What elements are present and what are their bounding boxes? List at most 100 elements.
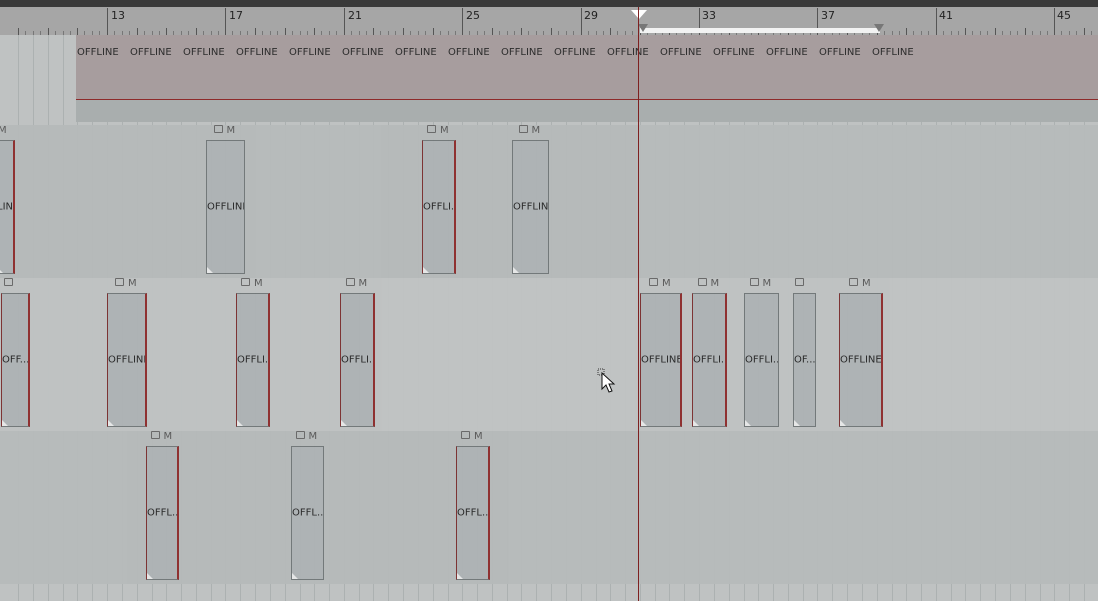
mute-icon[interactable]: M [662, 278, 671, 289]
track-lane-1[interactable]: M LINE M OFFLINE M OFFLI... M OFFLINE [0, 125, 1098, 278]
clip-fade-handle[interactable] [513, 267, 519, 273]
lock-icon[interactable] [795, 278, 804, 286]
clip-header-icons[interactable]: M [697, 278, 720, 289]
clip-header-icons[interactable]: M [345, 278, 368, 289]
mute-icon[interactable]: M [440, 125, 449, 136]
clip-label: OFFLINE [840, 354, 881, 366]
clip-fade-handle[interactable] [693, 420, 699, 426]
audio-clip[interactable]: OFFLI... [744, 293, 779, 427]
track-lane-3[interactable]: M OFFL... M OFFL... M OFFL... [0, 431, 1098, 584]
audio-clip[interactable]: OFFLI... [692, 293, 727, 427]
lock-icon[interactable] [115, 278, 124, 286]
audio-clip[interactable]: OFFLI... [422, 140, 456, 274]
offline-track[interactable]: OFFLINE OFFLINE OFFLINE OFFLINE OFFLINE OFFLI… [0, 35, 1098, 125]
playhead-marker-icon[interactable] [631, 10, 647, 19]
mute-icon[interactable]: M [532, 125, 541, 136]
audio-clip[interactable]: OFFLINE [839, 293, 883, 427]
audio-clip[interactable]: OFFLINE [107, 293, 147, 427]
mute-icon[interactable]: M [227, 125, 236, 136]
clip-fade-handle[interactable] [292, 573, 298, 579]
audio-clip[interactable]: OFFLINE [206, 140, 245, 274]
loop-region-bar[interactable] [640, 28, 880, 33]
timeline-ruler[interactable]: 13 17 21 25 29 33 37 41 45 [0, 0, 1098, 35]
lock-icon[interactable] [241, 278, 250, 286]
clip-fade-handle[interactable] [641, 420, 647, 426]
mute-icon[interactable]: M [309, 431, 318, 442]
clip-header-icons[interactable]: M [295, 431, 318, 442]
loop-start-marker[interactable] [638, 24, 648, 32]
offline-region[interactable] [76, 35, 1098, 99]
clip-fade-handle[interactable] [147, 573, 153, 579]
clip-header-icons[interactable] [3, 278, 17, 289]
lock-icon[interactable] [3, 278, 13, 286]
audio-clip[interactable]: OFFLINE [512, 140, 549, 274]
lock-icon[interactable] [649, 278, 658, 286]
mute-icon[interactable]: M [0, 125, 7, 136]
audio-clip[interactable]: OFFL... [456, 446, 490, 580]
audio-clip[interactable]: OFFL... [291, 446, 324, 580]
clip-header-icons[interactable]: M [461, 431, 483, 442]
clip-header-icons[interactable]: M [849, 278, 871, 289]
audio-clip[interactable]: OFFL... [146, 446, 179, 580]
clip-fade-handle[interactable] [207, 267, 213, 273]
clip-fade-handle[interactable] [794, 420, 800, 426]
clip-header-icons[interactable]: M [749, 278, 772, 289]
clip-header-icons[interactable]: M [649, 278, 671, 289]
lock-icon[interactable] [518, 125, 528, 133]
clip-fade-handle[interactable] [457, 573, 463, 579]
offline-label: OFFLINE [554, 47, 596, 58]
clip-fade-handle[interactable] [237, 420, 243, 426]
clip-header-icons[interactable] [795, 278, 808, 289]
offline-label: OFFLINE [819, 47, 861, 58]
mute-icon[interactable]: M [763, 278, 772, 289]
lock-icon[interactable] [749, 278, 759, 286]
audio-clip[interactable]: OFFLI... [340, 293, 375, 427]
lock-icon[interactable] [427, 125, 436, 133]
playhead-line[interactable] [638, 7, 639, 601]
arrangement-view[interactable]: OFFLINE OFFLINE OFFLINE OFFLINE OFFLINE OFFLI… [0, 35, 1098, 601]
lock-icon[interactable] [295, 431, 305, 439]
mute-icon[interactable]: M [711, 278, 720, 289]
mute-icon[interactable]: M [862, 278, 871, 289]
clip-header-icons[interactable]: M [518, 125, 541, 136]
audio-clip[interactable]: OFFLI... [236, 293, 270, 427]
ruler-beat-tick [166, 28, 167, 35]
loop-end-marker[interactable] [874, 24, 884, 32]
offline-label: OFFLINE [501, 47, 543, 58]
clip-fade-handle[interactable] [108, 420, 114, 426]
track-lane-2[interactable]: OFF... M OFFLINE M OFFLI... M OFFLI... M OFFLINE… [0, 278, 1098, 431]
lock-icon[interactable] [213, 125, 223, 133]
mute-icon[interactable]: M [359, 278, 368, 289]
clip-header-icons[interactable]: M [115, 278, 137, 289]
audio-clip[interactable]: OFF... [1, 293, 30, 427]
audio-clip[interactable]: OF... [793, 293, 816, 427]
ruler-beat-tick [48, 28, 49, 35]
mute-icon[interactable]: M [128, 278, 137, 289]
clip-fade-handle[interactable] [840, 420, 846, 426]
clip-fade-handle[interactable] [0, 267, 3, 273]
clip-header-icons[interactable]: M [427, 125, 449, 136]
ruler-bar-number: 41 [939, 9, 953, 22]
clip-fade-handle[interactable] [745, 420, 751, 426]
clip-fade-handle[interactable] [2, 420, 8, 426]
audio-clip[interactable]: LINE [0, 140, 15, 274]
lock-icon[interactable] [345, 278, 355, 286]
clip-header-icons[interactable]: M [213, 125, 236, 136]
clip-header-icons[interactable]: M [150, 431, 173, 442]
lock-icon[interactable] [849, 278, 858, 286]
ruler-bar-number: 29 [584, 9, 598, 22]
ruler-beat-tick [137, 28, 138, 35]
mute-icon[interactable]: M [254, 278, 263, 289]
audio-clip[interactable]: OFFLINE [640, 293, 682, 427]
lock-icon[interactable] [150, 431, 160, 439]
ruler-beat-tick [77, 28, 78, 35]
lock-icon[interactable] [697, 278, 707, 286]
clip-label: OFFLI... [237, 354, 268, 366]
mute-icon[interactable]: M [474, 431, 483, 442]
clip-fade-handle[interactable] [341, 420, 347, 426]
clip-fade-handle[interactable] [423, 267, 429, 273]
clip-header-icons[interactable]: M [0, 125, 7, 136]
mute-icon[interactable]: M [164, 431, 173, 442]
clip-header-icons[interactable]: M [241, 278, 263, 289]
lock-icon[interactable] [461, 431, 470, 439]
